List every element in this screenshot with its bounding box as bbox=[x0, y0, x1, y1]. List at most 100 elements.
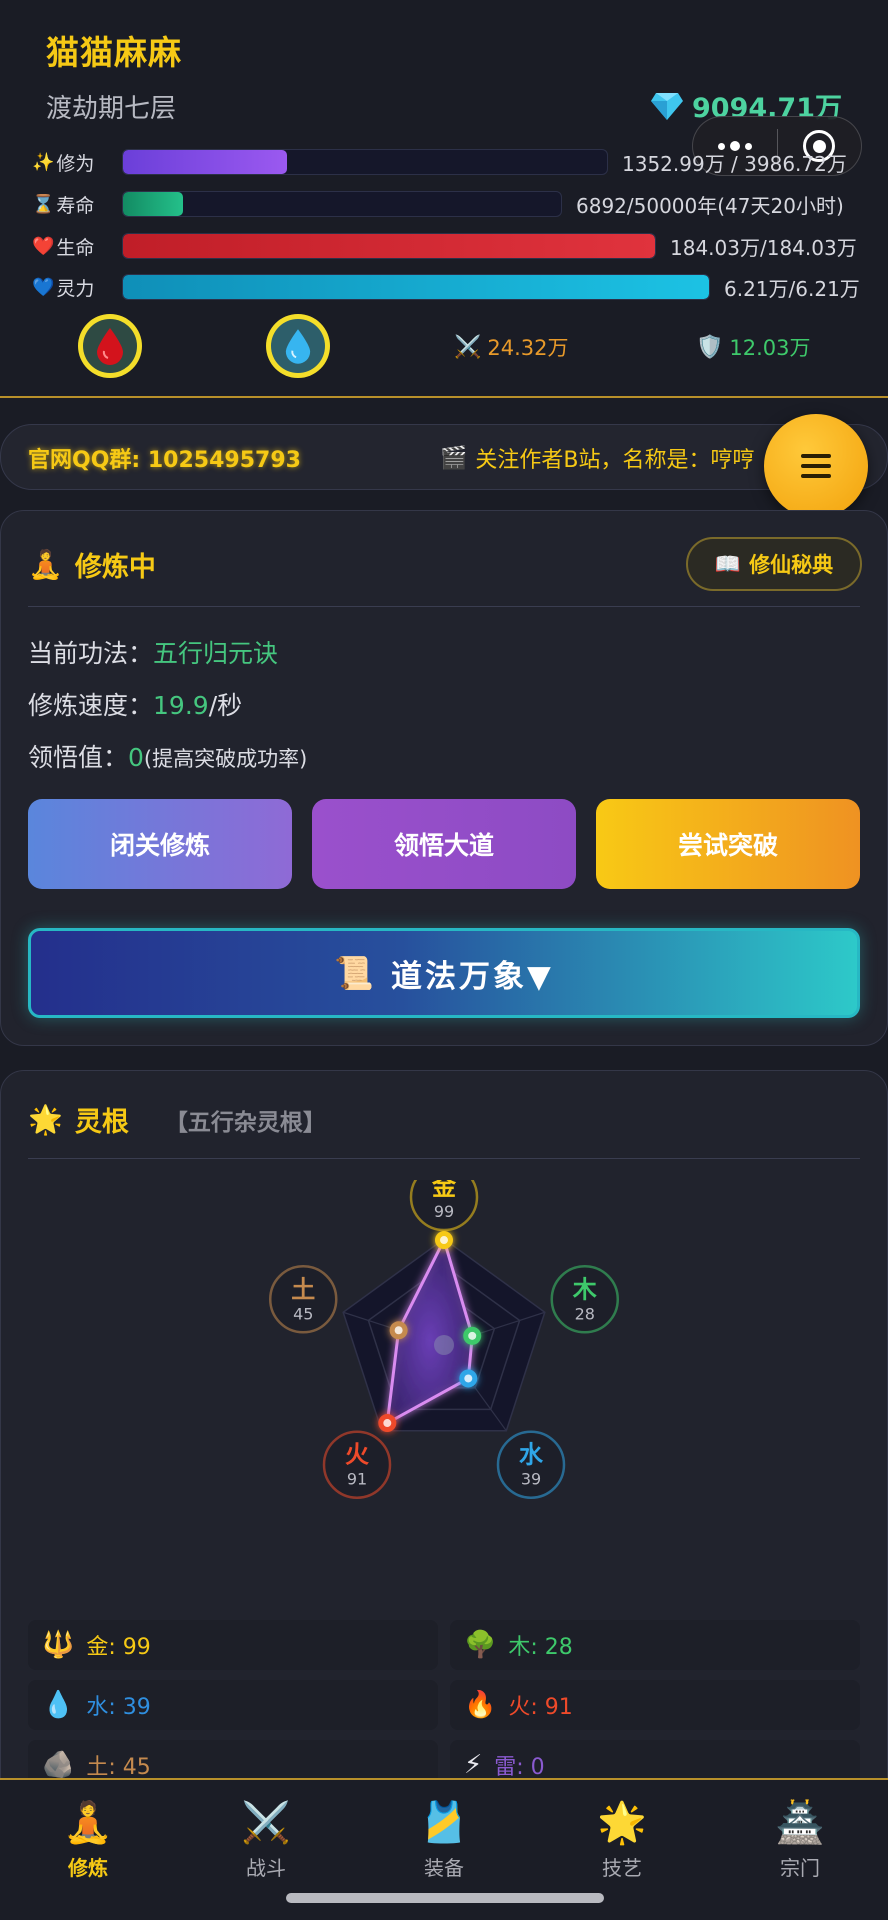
cultivation-value: 1352.99万 / 3986.72万 bbox=[622, 151, 847, 176]
star-icon: 🌟 bbox=[597, 1800, 647, 1846]
heart-icon: ❤️ bbox=[32, 235, 55, 257]
radar-center-dot bbox=[434, 1335, 454, 1355]
insight-number: 0 bbox=[128, 743, 144, 772]
shield-icon: 🛡️ bbox=[696, 334, 724, 360]
nav-label: 修炼 bbox=[68, 1856, 108, 1880]
stat-label: 修为 bbox=[56, 152, 95, 175]
attr-thunder-label: 雷: 0 bbox=[494, 1755, 545, 1780]
meditation-icon: 🧘 bbox=[63, 1800, 113, 1846]
menu-icon bbox=[801, 454, 831, 458]
retreat-cultivate-button[interactable]: 闭关修炼 bbox=[28, 799, 292, 889]
menu-fab-button[interactable] bbox=[764, 414, 868, 518]
cultivation-title-text: 修炼中 bbox=[74, 552, 156, 583]
attr-earth-label: 土: 45 bbox=[86, 1755, 151, 1780]
radar-point-core-3 bbox=[383, 1419, 392, 1428]
attr-metal-label: 金: 99 bbox=[86, 1635, 151, 1660]
tank-top-icon: 🎽 bbox=[419, 1800, 469, 1846]
dao-techniques-button[interactable]: 📜 道法万象▼ bbox=[28, 928, 860, 1018]
water-drop-icon bbox=[285, 329, 311, 364]
lifespan-bar bbox=[122, 191, 562, 217]
qq-group-text[interactable]: 官网QQ群: 1025495793 bbox=[28, 442, 301, 474]
insight-value: 领悟值：0(提高突破成功率) bbox=[28, 743, 308, 772]
attr-fire: 🔥 火: 91 bbox=[450, 1680, 860, 1730]
mana-potion-button[interactable] bbox=[266, 314, 330, 378]
crossed-swords-icon: ⚔️ bbox=[241, 1800, 291, 1846]
water-drop-icon: 💧 bbox=[42, 1690, 75, 1720]
home-indicator bbox=[286, 1893, 604, 1903]
radar-point-core-4 bbox=[394, 1326, 403, 1335]
nav-battle[interactable]: ⚔️ 战斗 bbox=[206, 1800, 326, 1881]
diamond-icon bbox=[651, 92, 684, 120]
nav-cultivate[interactable]: 🧘 修炼 bbox=[28, 1800, 148, 1881]
spirit-root-title-text: 灵根 bbox=[74, 1107, 129, 1138]
book-icon: 📖 bbox=[714, 551, 742, 576]
element-name-1: 木 bbox=[572, 1275, 598, 1303]
radar-point-core-0 bbox=[440, 1236, 448, 1245]
blood-drop-icon bbox=[97, 328, 123, 365]
element-name-3: 火 bbox=[345, 1441, 369, 1469]
defense-value: 12.03万 bbox=[729, 336, 811, 360]
stat-lifespan: ⌛ 寿命 6892/50000年(47天20小时) bbox=[32, 189, 844, 219]
spirit-root-radar-chart: 金99 木28 水39 火91 土45 bbox=[268, 1180, 620, 1499]
mana-value: 6.21万/6.21万 bbox=[724, 276, 860, 301]
hourglass-icon: ⌛ bbox=[32, 193, 55, 215]
bilibili-text: 关注作者B站，名称是：哼哼 bbox=[475, 448, 755, 473]
blue-heart-icon: 💙 bbox=[32, 276, 55, 298]
defense-stat: 🛡️ 12.03万 bbox=[696, 332, 811, 362]
stat-mana: 💙 灵力 6.21万/6.21万 bbox=[32, 272, 860, 302]
breakthrough-button[interactable]: 尝试突破 bbox=[596, 799, 860, 889]
stat-label: 生命 bbox=[56, 236, 95, 259]
stat-label: 灵力 bbox=[56, 277, 95, 300]
nav-sect[interactable]: 🏯 宗门 bbox=[740, 1800, 860, 1881]
tree-icon: 🌳 bbox=[464, 1630, 497, 1660]
dao-label: 道法万象▼ bbox=[391, 958, 554, 995]
lightning-icon: ⚡ bbox=[464, 1750, 483, 1780]
panel-divider bbox=[28, 606, 860, 607]
speed-value: 19.9 bbox=[153, 691, 209, 720]
health-bar bbox=[122, 233, 656, 259]
cultivation-manual-button[interactable]: 📖 修仙秘典 bbox=[686, 537, 862, 591]
spirit-root-type: 【五行杂灵根】 bbox=[164, 1109, 326, 1136]
nav-equipment[interactable]: 🎽 装备 bbox=[384, 1800, 504, 1881]
fire-icon: 🔥 bbox=[464, 1690, 497, 1720]
attr-fire-label: 火: 91 bbox=[508, 1695, 573, 1720]
nav-label: 战斗 bbox=[246, 1856, 286, 1880]
stat-health: ❤️ 生命 184.03万/184.03万 bbox=[32, 231, 857, 261]
comprehend-dao-button[interactable]: 领悟大道 bbox=[312, 799, 576, 889]
panel-divider bbox=[28, 1158, 860, 1159]
meditation-icon: 🧘 bbox=[28, 548, 63, 581]
element-name-4: 土 bbox=[291, 1275, 315, 1303]
sparkle-icon: ✨ bbox=[32, 151, 55, 173]
nav-skills[interactable]: 🌟 技艺 bbox=[562, 1800, 682, 1881]
element-value-0: 99 bbox=[434, 1202, 454, 1221]
health-value: 184.03万/184.03万 bbox=[670, 235, 857, 260]
element-name-2: 水 bbox=[519, 1441, 544, 1469]
star-icon: 🌟 bbox=[28, 1103, 63, 1136]
attr-wood-label: 木: 28 bbox=[508, 1635, 573, 1660]
cultivation-bar bbox=[122, 149, 608, 175]
header-divider bbox=[0, 396, 888, 398]
element-value-1: 28 bbox=[575, 1304, 595, 1323]
element-value-4: 45 bbox=[293, 1304, 313, 1323]
clapperboard-icon: 🎬 bbox=[440, 445, 468, 471]
attr-water: 💧 水: 39 bbox=[28, 1680, 438, 1730]
stat-label: 寿命 bbox=[56, 194, 95, 217]
nav-label: 宗门 bbox=[780, 1856, 820, 1880]
bilibili-notice: 🎬 关注作者B站，名称是：哼哼 bbox=[440, 442, 755, 474]
castle-icon: 🏯 bbox=[775, 1800, 825, 1846]
rock-icon: 🪨 bbox=[42, 1750, 75, 1780]
lifespan-value: 6892/50000年(47天20小时) bbox=[576, 193, 844, 218]
nav-label: 技艺 bbox=[602, 1856, 642, 1880]
current-method: 当前功法：五行归元诀 bbox=[28, 639, 279, 668]
health-potion-button[interactable] bbox=[78, 314, 142, 378]
crossed-swords-icon: ⚔️ bbox=[454, 334, 482, 360]
method-value: 五行归元诀 bbox=[153, 639, 279, 668]
nav-label: 装备 bbox=[424, 1856, 464, 1880]
cultivation-realm: 渡劫期七层 bbox=[46, 94, 177, 124]
cultivation-title: 🧘 修炼中 bbox=[28, 545, 156, 584]
radar-point-core-1 bbox=[468, 1331, 477, 1340]
manual-label: 修仙秘典 bbox=[749, 553, 834, 577]
element-value-3: 91 bbox=[347, 1470, 367, 1489]
attack-value: 24.32万 bbox=[487, 336, 569, 360]
trident-icon: 🔱 bbox=[42, 1630, 75, 1660]
